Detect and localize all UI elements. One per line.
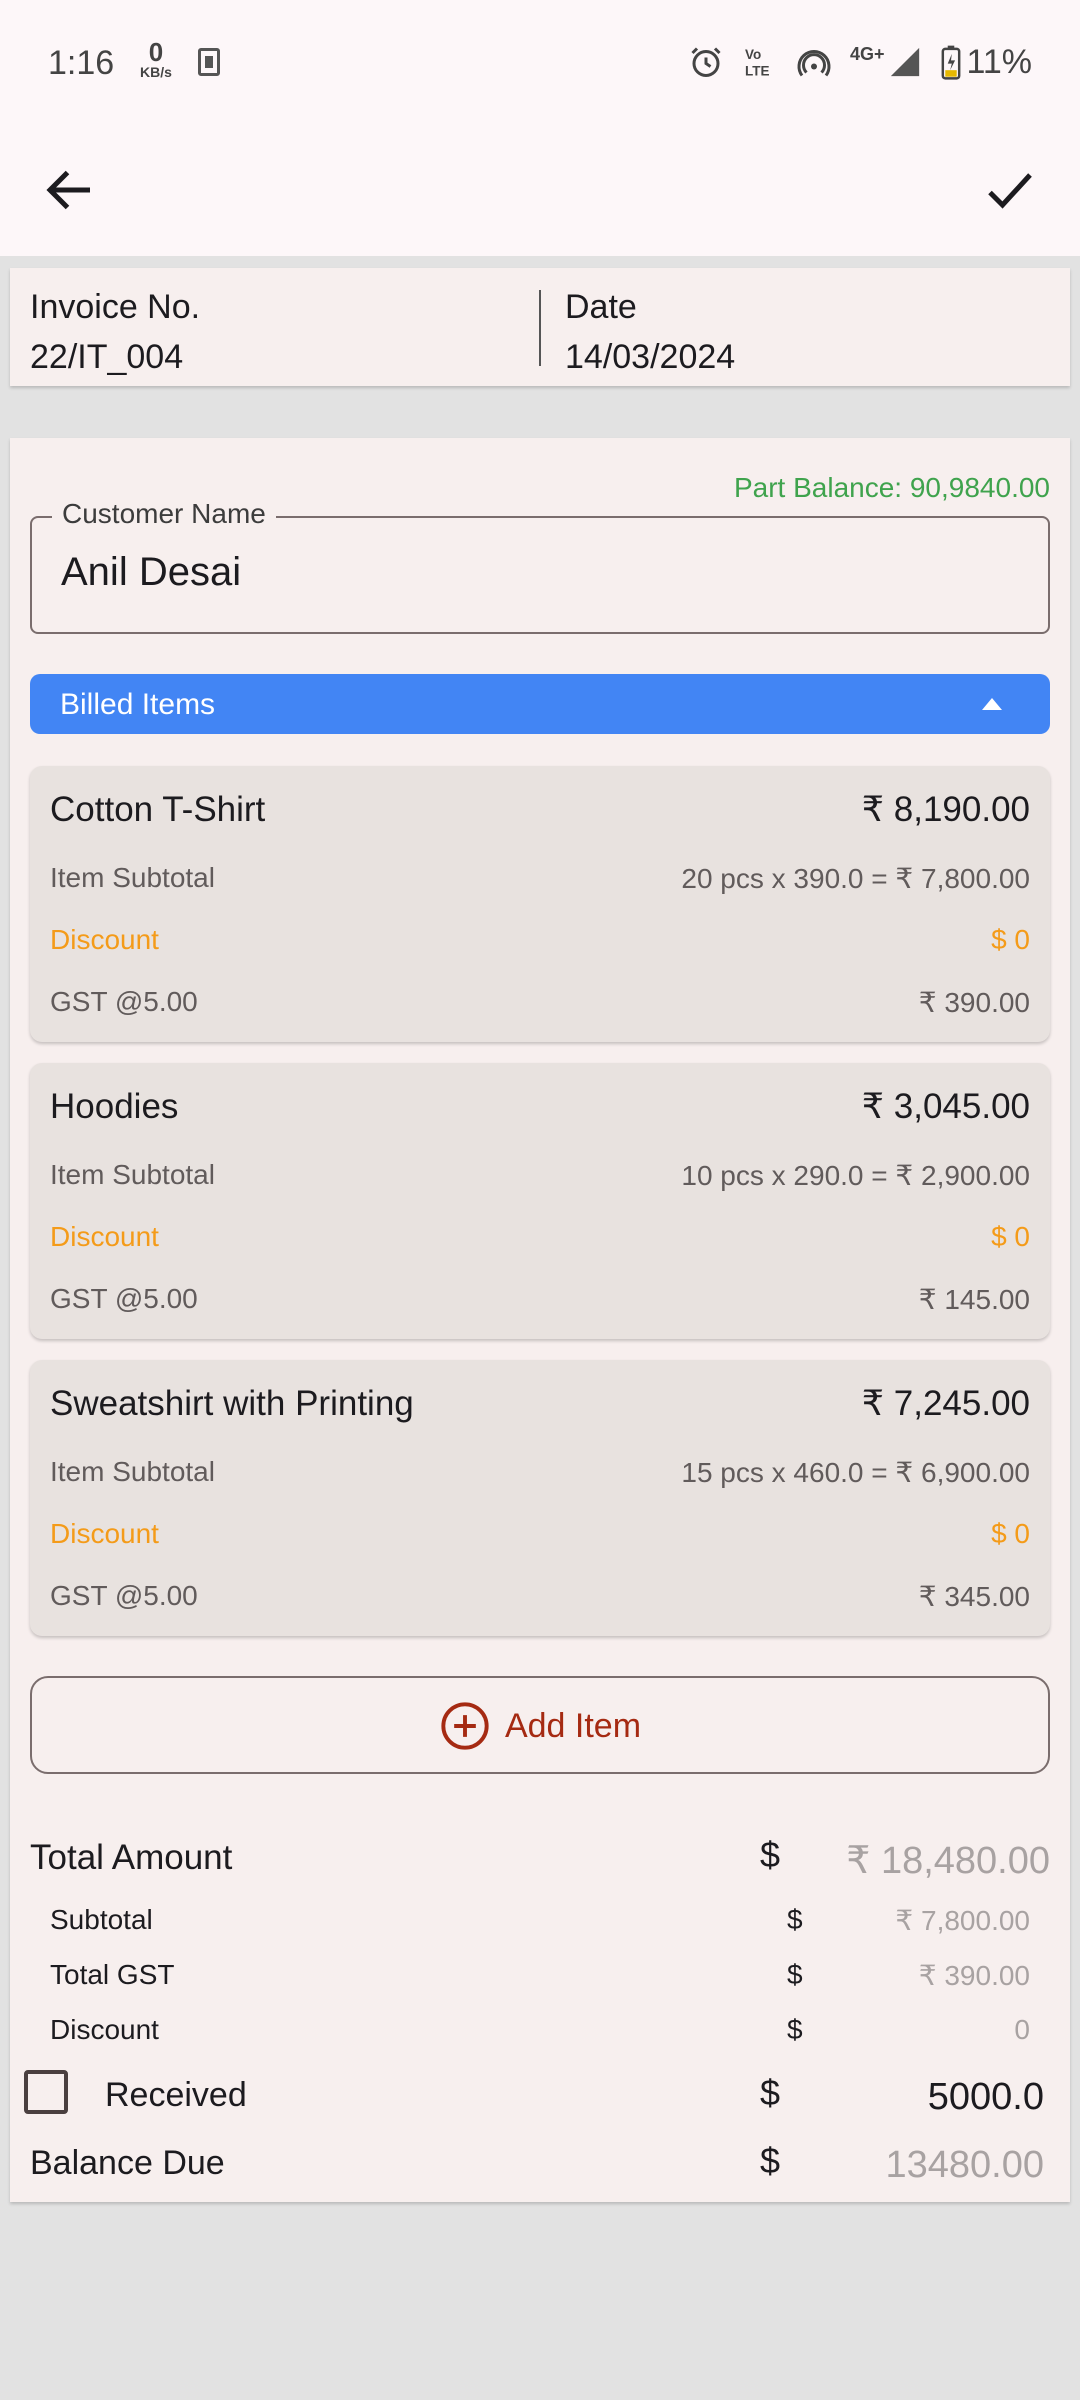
- item-name: Cotton T-Shirt: [50, 790, 266, 829]
- billed-item-card[interactable]: Cotton T-Shirt ₹ 8,190.00 Item Subtotal 20…: [30, 766, 1050, 1042]
- item-name: Sweatshirt with Printing: [50, 1384, 414, 1423]
- svg-text:LTE: LTE: [745, 64, 770, 79]
- item-discount-label: Discount: [50, 924, 159, 955]
- currency-symbol: $: [787, 1904, 803, 1935]
- currency-symbol: $: [760, 2072, 781, 2113]
- balance-due-value: 13480.00: [885, 2144, 1045, 2186]
- currency-symbol: $: [760, 2140, 781, 2181]
- network-type: 4G+: [849, 43, 885, 64]
- currency-symbol: $: [787, 2014, 803, 2045]
- customer-name-value: Anil Desai: [61, 550, 242, 594]
- discount-label: Discount: [50, 2014, 159, 2045]
- subtotal-value: ₹ 7,800.00: [895, 1905, 1030, 1936]
- item-subtotal-value: 20 pcs x 390.0 = ₹ 7,800.00: [681, 863, 1030, 894]
- currency-symbol: $: [787, 1959, 803, 1990]
- received-label: Received: [105, 2076, 247, 2114]
- item-discount-value: $ 0: [991, 1518, 1030, 1549]
- customer-name-label: Customer Name: [52, 498, 276, 530]
- invoice-header-card: Invoice No. 22/IT_004 Date 14/03/2024: [10, 268, 1070, 386]
- total-gst-label: Total GST: [50, 1959, 175, 1990]
- alarm-icon: [691, 47, 721, 77]
- item-subtotal-label: Item Subtotal: [50, 1456, 215, 1487]
- item-subtotal-value: 15 pcs x 460.0 = ₹ 6,900.00: [681, 1457, 1030, 1488]
- item-gst-value: ₹ 390.00: [918, 987, 1030, 1018]
- item-discount-label: Discount: [50, 1221, 159, 1252]
- billed-items-header[interactable]: Billed Items: [30, 674, 1050, 734]
- check-icon: [988, 173, 1032, 209]
- item-discount-label: Discount: [50, 1518, 159, 1549]
- net-speed-value: 0: [148, 37, 164, 67]
- add-item-label: Add Item: [504, 1706, 642, 1745]
- part-balance: Part Balance: 90,9840.00: [733, 472, 1050, 503]
- net-speed-unit: KB/s: [140, 64, 172, 80]
- total-amount-label: Total Amount: [30, 1838, 233, 1877]
- item-gst-value: ₹ 345.00: [918, 1581, 1030, 1612]
- svg-text:Vo: Vo: [745, 47, 761, 62]
- received-checkbox[interactable]: [24, 2070, 68, 2114]
- invoice-date-label: Date: [565, 288, 637, 326]
- invoice-date-field[interactable]: Date 14/03/2024: [565, 282, 735, 382]
- item-subtotal-label: Item Subtotal: [50, 1159, 215, 1190]
- item-discount-value: $ 0: [991, 1221, 1030, 1252]
- add-circle-icon: [441, 1702, 489, 1750]
- volte-icon: Vo LTE: [745, 47, 770, 79]
- status-bar: 1:16 0 KB/s Vo LTE 4G+ 11%: [0, 0, 1080, 130]
- customer-name-field[interactable]: Customer Name Anil Desai: [30, 498, 1050, 634]
- item-total: ₹ 3,045.00: [861, 1087, 1030, 1126]
- subtotal-label: Subtotal: [50, 1904, 153, 1935]
- billed-item-card[interactable]: Sweatshirt with Printing ₹ 7,245.00 Item …: [30, 1360, 1050, 1636]
- item-gst-label: GST @5.00: [50, 1283, 198, 1314]
- signal-icon: [891, 47, 920, 77]
- discount-value: 0: [1014, 2014, 1030, 2045]
- balance-due-label: Balance Due: [30, 2144, 225, 2182]
- item-gst-label: GST @5.00: [50, 1580, 198, 1611]
- arrow-left-icon: [46, 170, 90, 210]
- status-icons: Vo LTE 4G+ 11%: [688, 40, 1032, 84]
- item-total: ₹ 8,190.00: [861, 790, 1030, 829]
- back-button[interactable]: [40, 160, 100, 220]
- billed-items-title: Billed Items: [60, 688, 216, 721]
- invoice-date-value: 14/03/2024: [565, 338, 736, 376]
- invoice-number-field[interactable]: Invoice No. 22/IT_004: [30, 282, 200, 382]
- total-amount-value[interactable]: ₹ 18,480.00: [846, 1838, 1050, 1883]
- item-discount-value: $ 0: [991, 924, 1030, 955]
- add-item-button[interactable]: Add Item: [30, 1676, 1050, 1774]
- save-button[interactable]: [980, 160, 1044, 220]
- item-total: ₹ 7,245.00: [861, 1384, 1030, 1423]
- divider: [539, 290, 541, 366]
- item-gst-value: ₹ 145.00: [918, 1284, 1030, 1315]
- invoice-body-card: Part Balance: 90,9840.00 Customer Name A…: [10, 438, 1070, 2202]
- currency-symbol: $: [760, 1834, 781, 1875]
- status-time: 1:16: [48, 44, 115, 82]
- battery-charging-icon: [942, 45, 961, 80]
- battery-percent: 11%: [966, 42, 1032, 81]
- net-speed: 0 KB/s: [136, 37, 176, 80]
- item-subtotal-label: Item Subtotal: [50, 862, 215, 893]
- invoice-number-label: Invoice No.: [30, 288, 201, 326]
- chevron-up-icon: [982, 698, 1002, 710]
- item-name: Hoodies: [50, 1087, 179, 1126]
- total-gst-value: ₹ 390.00: [918, 1960, 1030, 1991]
- item-subtotal-value: 10 pcs x 290.0 = ₹ 2,900.00: [681, 1160, 1030, 1191]
- sim-icon: [198, 48, 220, 76]
- received-amount-input[interactable]: 5000.0: [928, 2076, 1044, 2119]
- billed-item-card[interactable]: Hoodies ₹ 3,045.00 Item Subtotal 10 pcs x …: [30, 1063, 1050, 1339]
- hotspot-icon: [797, 50, 831, 77]
- app-bar: [0, 130, 1080, 256]
- item-gst-label: GST @5.00: [50, 986, 198, 1017]
- invoice-number-value: 22/IT_004: [30, 338, 184, 376]
